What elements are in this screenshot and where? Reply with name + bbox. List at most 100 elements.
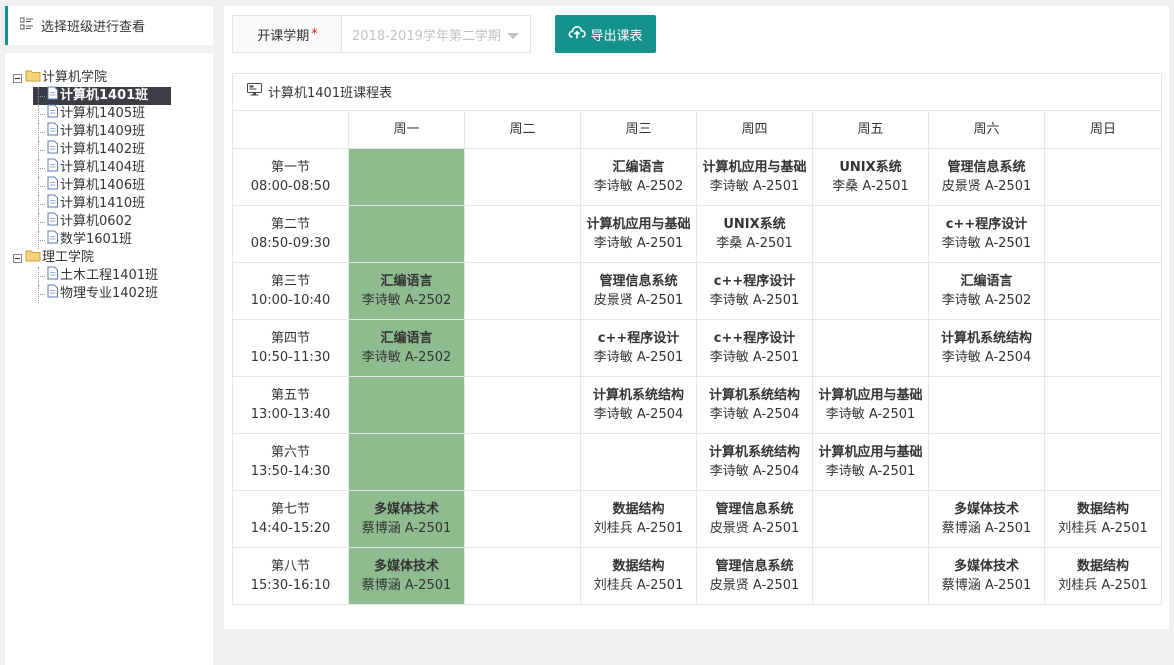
tree-branch-line bbox=[33, 213, 46, 231]
empty-cell bbox=[928, 376, 1045, 434]
course-name: 多媒体技术 bbox=[953, 559, 1019, 574]
empty-cell bbox=[812, 205, 929, 263]
empty-cell bbox=[1044, 433, 1162, 491]
tree-class-item[interactable]: 计算机0602 bbox=[33, 212, 134, 232]
period-time: 14:40-15:20 bbox=[250, 521, 331, 536]
period-name: 第二节 bbox=[270, 217, 310, 232]
teacher-name: 李桑 bbox=[716, 236, 743, 251]
course-name: 计算机应用与基础 bbox=[702, 160, 807, 175]
empty-cell bbox=[580, 433, 697, 491]
class-picker-header: 选择班级进行查看 bbox=[5, 6, 213, 45]
course-name: 管理信息系统 bbox=[715, 559, 794, 574]
course-name: 计算机系统结构 bbox=[592, 388, 684, 403]
course-name: 数据结构 bbox=[612, 559, 665, 574]
course-detail: 李诗敏 A-2501 bbox=[813, 405, 928, 424]
period-cell: 第八节 15:30-16:10 bbox=[232, 547, 349, 605]
empty-cell bbox=[1044, 376, 1162, 434]
tree-class-item[interactable]: 物理专业1402班 bbox=[33, 284, 160, 303]
course-name: 数据结构 bbox=[1076, 559, 1129, 574]
collapse-toggle-icon[interactable] bbox=[13, 253, 22, 263]
room-name: A-2501 bbox=[984, 179, 1032, 194]
tree-class-item[interactable]: 计算机1401班 bbox=[33, 86, 172, 105]
tree-class-item[interactable]: 计算机1404班 bbox=[33, 158, 147, 177]
room-name: A-2501 bbox=[752, 578, 800, 593]
course-detail: 蔡博涵 A-2501 bbox=[929, 519, 1044, 538]
period-time: 13:50-14:30 bbox=[250, 464, 331, 479]
course-name: 数据结构 bbox=[612, 502, 665, 517]
course-cell: c++程序设计 李诗敏 A-2501 bbox=[928, 205, 1045, 263]
teacher-name: 蔡博涵 bbox=[941, 521, 981, 536]
teacher-name: 李诗敏 bbox=[709, 350, 749, 365]
cloud-upload-icon bbox=[568, 25, 587, 43]
tree-class-label: 计算机1405班 bbox=[60, 106, 146, 121]
tree-class-item[interactable]: 数学1601班 bbox=[33, 230, 134, 249]
course-cell: c++程序设计 李诗敏 A-2501 bbox=[696, 262, 813, 320]
course-detail: 李诗敏 A-2501 bbox=[929, 234, 1044, 253]
empty-cell bbox=[464, 319, 581, 377]
day-header: 周五 bbox=[812, 110, 929, 149]
course-detail: 刘桂兵 A-2501 bbox=[581, 519, 696, 538]
course-detail: 李诗敏 A-2502 bbox=[349, 348, 464, 367]
semester-select[interactable]: 2018-2019学年第二学期 bbox=[341, 15, 531, 53]
course-cell: 汇编语言 李诗敏 A-2502 bbox=[580, 148, 697, 206]
course-name: 计算机系统结构 bbox=[708, 388, 800, 403]
course-cell: 汇编语言 李诗敏 A-2502 bbox=[348, 262, 465, 320]
teacher-name: 蔡博涵 bbox=[361, 521, 401, 536]
export-schedule-button[interactable]: 导出课表 bbox=[555, 15, 656, 53]
course-detail: 李诗敏 A-2501 bbox=[697, 291, 812, 310]
schedule-title: 计算机1401班课程表 bbox=[268, 86, 393, 101]
teacher-name: 刘桂兵 bbox=[593, 521, 633, 536]
room-name: A-2501 bbox=[404, 578, 452, 593]
period-row: 第八节 15:30-16:10 多媒体技术 蔡博涵 A-2501 数据结构刘桂兵 A-2… bbox=[232, 547, 1162, 605]
tree-branch-line bbox=[33, 123, 46, 141]
document-icon bbox=[46, 212, 60, 232]
period-time: 10:50-11:30 bbox=[250, 350, 331, 365]
course-cell: 汇编语言 李诗敏 A-2502 bbox=[348, 319, 465, 377]
period-cell: 第六节 13:50-14:30 bbox=[232, 433, 349, 491]
teacher-name: 皮景贤 bbox=[709, 521, 749, 536]
period-name: 第一节 bbox=[270, 160, 310, 175]
course-name: 汇编语言 bbox=[380, 274, 433, 289]
room-name: A-2501 bbox=[636, 350, 684, 365]
corner-cell bbox=[232, 110, 349, 149]
tree-folder[interactable]: 计算机学院 bbox=[13, 69, 107, 87]
course-name: 管理信息系统 bbox=[947, 160, 1026, 175]
tree-class-item[interactable]: 计算机1405班 bbox=[33, 104, 147, 123]
day-header: 周二 bbox=[464, 110, 581, 149]
room-name: A-2501 bbox=[636, 293, 684, 308]
course-detail: 蔡博涵 A-2501 bbox=[349, 519, 464, 538]
tree-class-item[interactable]: 计算机1410班 bbox=[33, 194, 147, 213]
teacher-name: 李诗敏 bbox=[825, 464, 865, 479]
teacher-name: 皮景贤 bbox=[941, 179, 981, 194]
class-tree-panel: 计算机学院 计算机1401班 计算机1405班 计算机1409班 计算机1402班 计算机… bbox=[5, 53, 213, 665]
teacher-name: 李诗敏 bbox=[709, 179, 749, 194]
tree-class-item[interactable]: 计算机1406班 bbox=[33, 176, 147, 195]
empty-cell bbox=[348, 433, 465, 491]
course-name: 计算机应用与基础 bbox=[818, 445, 923, 460]
tree-class-item[interactable]: 计算机1402班 bbox=[33, 140, 147, 159]
teacher-name: 刘桂兵 bbox=[1058, 578, 1098, 593]
period-row: 第五节 13:00-13:40 计算机系统结构 李诗敏 A-2504 计算机系统结构 李诗… bbox=[232, 376, 1162, 434]
tree-folder[interactable]: 理工学院 bbox=[13, 249, 94, 267]
period-cell: 第四节 10:50-11:30 bbox=[232, 319, 349, 377]
collapse-toggle-icon[interactable] bbox=[13, 73, 22, 83]
room-name: A-2504 bbox=[752, 464, 800, 479]
room-name: A-2501 bbox=[636, 578, 684, 593]
course-cell: 多媒体技术 蔡博涵 A-2501 bbox=[348, 547, 465, 605]
semester-select-value: 2018-2019学年第二学期 bbox=[352, 28, 501, 44]
empty-cell bbox=[1044, 148, 1162, 206]
room-name: A-2501 bbox=[1101, 521, 1148, 536]
tree-class-label: 计算机1410班 bbox=[60, 196, 146, 211]
room-name: A-2501 bbox=[404, 521, 452, 536]
course-name: 计算机应用与基础 bbox=[586, 217, 691, 232]
tree-class-item[interactable]: 土木工程1401班 bbox=[33, 266, 160, 285]
teacher-name: 李诗敏 bbox=[941, 350, 981, 365]
tree-class-item[interactable]: 计算机1409班 bbox=[33, 122, 147, 141]
period-row: 第四节 10:50-11:30 汇编语言 李诗敏 A-2502 c++程序设计 李诗敏 A… bbox=[232, 319, 1162, 377]
room-name: A-2501 bbox=[752, 179, 800, 194]
schedule-title-bar: 计算机1401班课程表 bbox=[232, 73, 1162, 111]
empty-cell bbox=[812, 262, 929, 320]
empty-cell bbox=[464, 433, 581, 491]
course-cell: 多媒体技术 蔡博涵 A-2501 bbox=[348, 490, 465, 548]
teacher-name: 李诗敏 bbox=[709, 293, 749, 308]
